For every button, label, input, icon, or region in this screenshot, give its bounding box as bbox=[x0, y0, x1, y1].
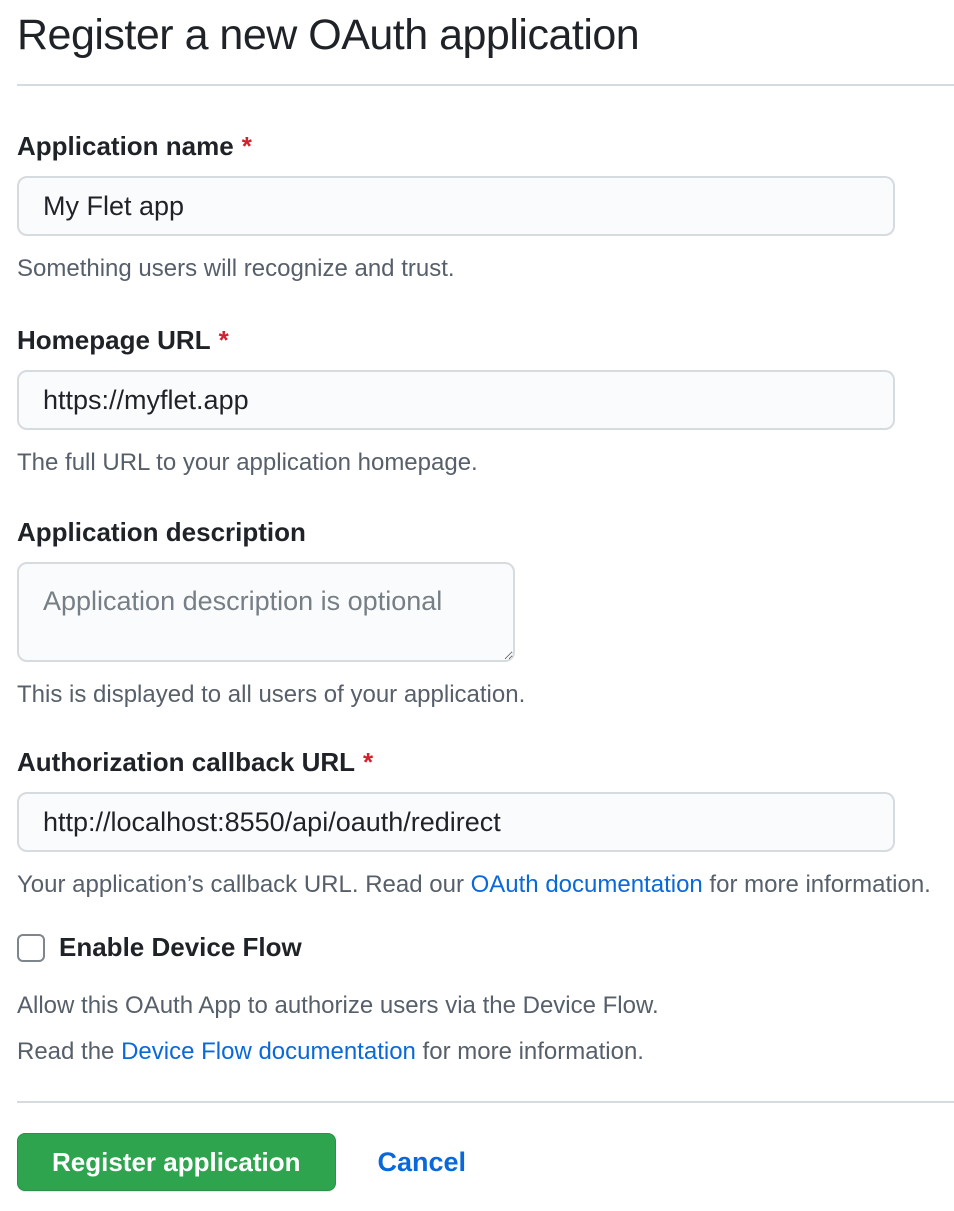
application-description-label: Application description bbox=[17, 516, 954, 548]
application-description-textarea[interactable] bbox=[17, 562, 515, 662]
oauth-register-page: Register a new OAuth application Applica… bbox=[0, 8, 954, 1191]
device-flow-documentation-link[interactable]: Device Flow documentation bbox=[121, 1038, 416, 1065]
enable-device-flow-label[interactable]: Enable Device Flow bbox=[59, 932, 302, 963]
oauth-documentation-link[interactable]: OAuth documentation bbox=[471, 871, 703, 898]
required-asterisk: * bbox=[363, 747, 373, 777]
homepage-url-input[interactable] bbox=[17, 370, 895, 430]
callback-url-label: Authorization callback URL * bbox=[17, 746, 954, 778]
callback-url-help-after: for more information. bbox=[703, 871, 931, 898]
field-group-application-name: Application name * Something users will r… bbox=[17, 130, 954, 284]
device-flow-docs-before: Read the bbox=[17, 1038, 121, 1065]
application-name-help: Something users will recognize and trust… bbox=[17, 254, 954, 284]
application-description-label-text: Application description bbox=[17, 517, 306, 547]
cancel-link[interactable]: Cancel bbox=[378, 1147, 467, 1178]
field-group-callback-url: Authorization callback URL * Your applica… bbox=[17, 746, 954, 900]
callback-url-help: Your application’s callback URL. Read ou… bbox=[17, 870, 954, 900]
application-name-label: Application name * bbox=[17, 130, 954, 162]
homepage-url-label-text: Homepage URL bbox=[17, 325, 211, 355]
required-asterisk: * bbox=[242, 131, 252, 161]
callback-url-label-text: Authorization callback URL bbox=[17, 747, 355, 777]
callback-url-input[interactable] bbox=[17, 792, 895, 852]
device-flow-row: Enable Device Flow bbox=[17, 932, 954, 963]
oauth-app-form: Application name * Something users will r… bbox=[17, 130, 954, 1191]
callback-url-help-before: Your application’s callback URL. Read ou… bbox=[17, 871, 471, 898]
page-title: Register a new OAuth application bbox=[17, 8, 954, 62]
form-actions: Register application Cancel bbox=[17, 1133, 954, 1191]
actions-divider bbox=[17, 1101, 954, 1103]
device-flow-help: Allow this OAuth App to authorize users … bbox=[17, 991, 954, 1021]
device-flow-docs-after: for more information. bbox=[416, 1038, 644, 1065]
application-description-help: This is displayed to all users of your a… bbox=[17, 680, 954, 710]
title-divider bbox=[17, 84, 954, 86]
enable-device-flow-checkbox[interactable] bbox=[17, 934, 45, 962]
device-flow-docs-line: Read the Device Flow documentation for m… bbox=[17, 1037, 954, 1067]
application-name-input[interactable] bbox=[17, 176, 895, 236]
application-name-label-text: Application name bbox=[17, 131, 234, 161]
field-group-application-description: Application description This is displaye… bbox=[17, 516, 954, 710]
homepage-url-help: The full URL to your application homepag… bbox=[17, 448, 954, 478]
homepage-url-label: Homepage URL * bbox=[17, 324, 954, 356]
required-asterisk: * bbox=[219, 325, 229, 355]
field-group-homepage-url: Homepage URL * The full URL to your appli… bbox=[17, 324, 954, 478]
register-application-button[interactable]: Register application bbox=[17, 1133, 336, 1191]
